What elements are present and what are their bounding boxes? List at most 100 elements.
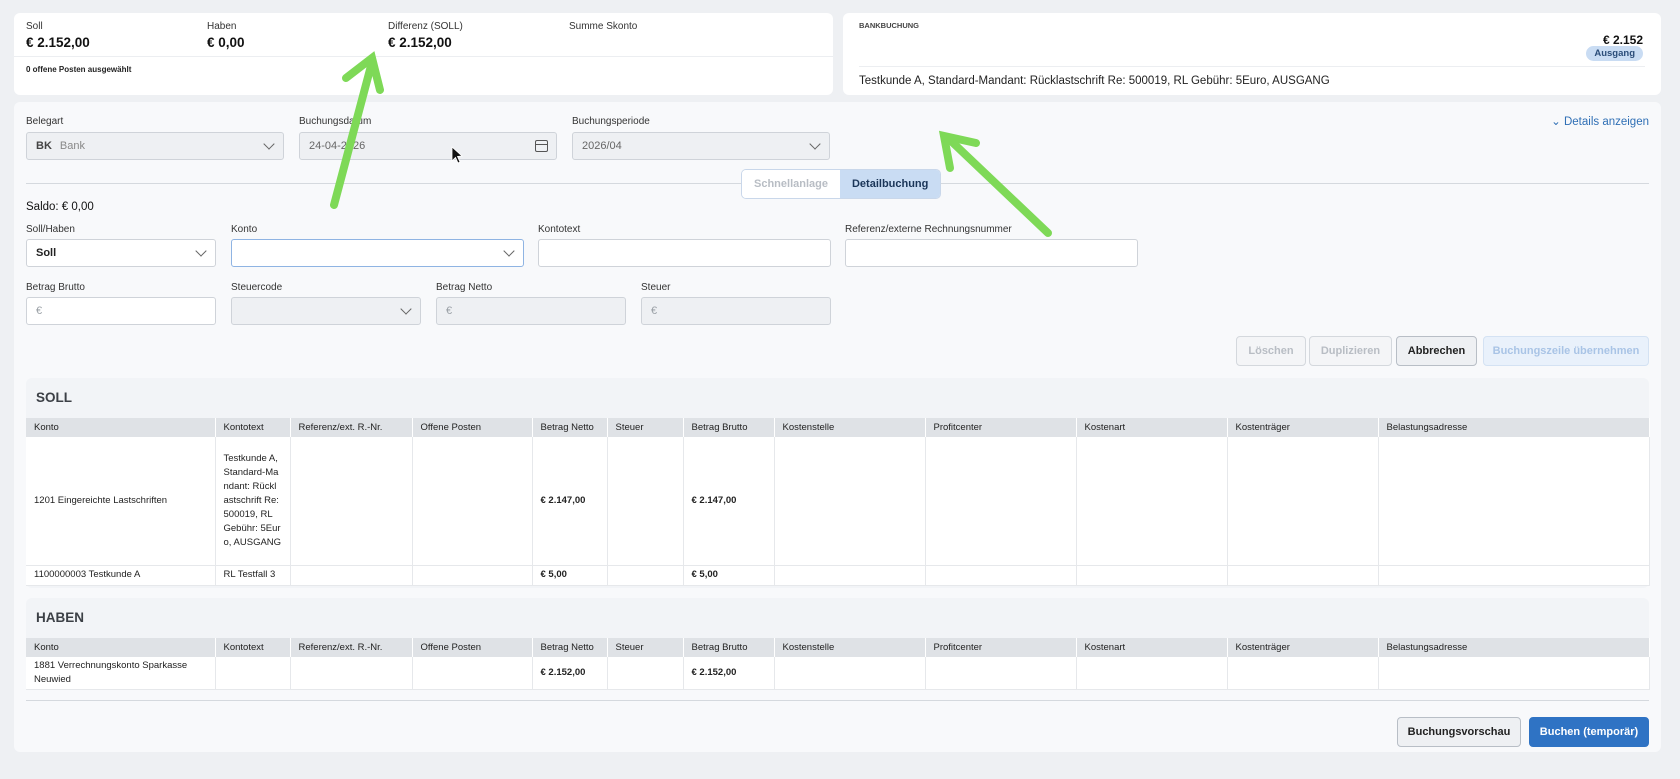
empty-cell	[412, 565, 533, 586]
difference-label: Differenz (SOLL)	[388, 21, 463, 32]
betrag-brutto-input[interactable]: €	[26, 297, 216, 325]
column-header[interactable]: Kostenstelle	[774, 418, 926, 437]
column-header[interactable]: Offene Posten	[412, 638, 533, 657]
chevron-down-icon	[400, 303, 412, 315]
empty-cell	[925, 657, 1077, 690]
sollhaben-select[interactable]: Soll	[26, 239, 216, 267]
skonto-label: Summe Skonto	[569, 21, 638, 32]
empty-cell	[1227, 437, 1379, 566]
belegart-select[interactable]: BK Bank	[26, 132, 284, 160]
netto-cell: € 5,00	[532, 565, 608, 586]
skonto-summary: Summe Skonto	[569, 21, 637, 32]
konto-select[interactable]	[231, 239, 524, 267]
table-row[interactable]: 1201 Eingereichte Lastschriften Testkund…	[26, 437, 1650, 566]
empty-cell	[607, 565, 684, 586]
column-header[interactable]: Kostenstelle	[774, 638, 926, 657]
buchungsperiode-value: 2026/04	[582, 140, 622, 152]
table-row[interactable]: 1881 Verrechnungskonto Sparkasse Neuwied…	[26, 657, 1650, 690]
column-header[interactable]: Kontotext	[215, 418, 291, 437]
brutto-cell: € 2.152,00	[683, 657, 775, 690]
kontotext-cell	[215, 657, 291, 690]
column-header[interactable]: Referenz/ext. R.-Nr.	[290, 638, 413, 657]
buchungsdatum-input[interactable]: 24-04-2026	[299, 132, 557, 160]
duplicate-button[interactable]: Duplizieren	[1309, 336, 1392, 366]
column-header[interactable]: Belastungsadresse	[1378, 418, 1650, 437]
bank-booking-text: Testkunde A, Standard-Mandant: Rücklasts…	[859, 75, 1330, 87]
column-header[interactable]: Belastungsadresse	[1378, 638, 1650, 657]
divider	[26, 700, 1649, 701]
betrag-netto-label: Betrag Netto	[436, 282, 493, 293]
buchungsperiode-select[interactable]: 2026/04	[572, 132, 830, 160]
netto-cell: € 2.147,00	[532, 437, 608, 566]
konto-label: Konto	[231, 224, 258, 235]
referenz-input[interactable]	[845, 239, 1138, 267]
column-header[interactable]: Kostenart	[1076, 418, 1228, 437]
divider	[859, 66, 1645, 67]
calendar-icon[interactable]	[535, 140, 548, 152]
column-header[interactable]: Betrag Netto	[532, 418, 608, 437]
empty-cell	[774, 565, 926, 586]
column-header[interactable]: Offene Posten	[412, 418, 533, 437]
haben-section: HABEN Konto Kontotext Referenz/ext. R.-N…	[26, 598, 1650, 690]
column-header[interactable]: Referenz/ext. R.-Nr.	[290, 418, 413, 437]
brutto-cell: € 2.147,00	[683, 437, 775, 566]
book-temporary-button[interactable]: Buchen (temporär)	[1529, 717, 1649, 747]
chevron-down-icon	[263, 138, 275, 150]
kontotext-input[interactable]	[538, 239, 831, 267]
chevron-down-icon	[809, 138, 821, 150]
steuercode-select[interactable]	[231, 297, 421, 325]
empty-cell	[412, 657, 533, 690]
column-header[interactable]: Kostenträger	[1227, 638, 1379, 657]
apply-line-button[interactable]: Buchungszeile übernehmen	[1483, 336, 1649, 366]
column-header[interactable]: Betrag Brutto	[683, 638, 775, 657]
cancel-button[interactable]: Abbrechen	[1396, 336, 1477, 366]
booking-mode-toggle: Schnellanlage Detailbuchung	[741, 169, 942, 199]
haben-table: Konto Kontotext Referenz/ext. R.-Nr. Off…	[26, 638, 1650, 690]
column-header[interactable]: Profitcenter	[925, 418, 1077, 437]
saldo-text: Saldo: € 0,00	[26, 201, 94, 213]
booking-preview-button[interactable]: Buchungsvorschau	[1397, 717, 1521, 747]
kontotext-label: Kontotext	[538, 224, 581, 235]
soll-table: Konto Kontotext Referenz/ext. R.-Nr. Off…	[26, 418, 1650, 586]
empty-cell	[412, 437, 533, 566]
steuer-input[interactable]: €	[641, 297, 831, 325]
kontotext-cell: Testkunde A, Standard-Mandant: Rücklasts…	[215, 437, 291, 566]
empty-cell	[1227, 565, 1379, 586]
details-toggle-link[interactable]: ⌄ Details anzeigen	[1551, 114, 1649, 128]
empty-cell	[1378, 565, 1650, 586]
tab-schnellanlage[interactable]: Schnellanlage	[742, 170, 840, 198]
column-header[interactable]: Profitcenter	[925, 638, 1077, 657]
betrag-brutto-label: Betrag Brutto	[26, 282, 85, 293]
difference-summary: Differenz (SOLL) € 2.152,00	[388, 21, 463, 50]
open-items-note: 0 offene Posten ausgewählt	[26, 65, 132, 74]
column-header[interactable]: Kostenart	[1076, 638, 1228, 657]
column-header[interactable]: Steuer	[607, 638, 684, 657]
empty-cell	[774, 657, 926, 690]
table-row[interactable]: 1100000003 Testkunde A RL Testfall 3 € 5…	[26, 565, 1650, 586]
column-header[interactable]: Konto	[26, 418, 216, 437]
belegart-value: Bank	[59, 140, 85, 152]
difference-value: € 2.152,00	[388, 35, 452, 50]
column-header[interactable]: Kontotext	[215, 638, 291, 657]
brutto-cell: € 5,00	[683, 565, 775, 586]
kontotext-cell: RL Testfall 3	[215, 565, 291, 586]
column-header[interactable]: Betrag Brutto	[683, 418, 775, 437]
soll-summary: Soll € 2.152,00	[26, 21, 90, 50]
tab-detailbuchung[interactable]: Detailbuchung	[839, 170, 941, 198]
column-header[interactable]: Steuer	[607, 418, 684, 437]
summary-card: Soll € 2.152,00 Haben € 0,00 Differenz (…	[14, 13, 833, 95]
column-header[interactable]: Betrag Netto	[532, 638, 608, 657]
steuercode-label: Steuercode	[231, 282, 283, 293]
column-header[interactable]: Konto	[26, 638, 216, 657]
haben-section-title: HABEN	[36, 610, 85, 625]
betrag-netto-placeholder: €	[446, 305, 453, 317]
column-header[interactable]: Kostenträger	[1227, 418, 1379, 437]
haben-label: Haben	[207, 21, 237, 32]
chevron-down-icon	[195, 245, 207, 257]
delete-button[interactable]: Löschen	[1236, 336, 1306, 366]
soll-section-title: SOLL	[36, 390, 72, 405]
betrag-netto-input[interactable]: €	[436, 297, 626, 325]
empty-cell	[1378, 657, 1650, 690]
soll-label: Soll	[26, 21, 43, 32]
belegart-label: Belegart	[26, 116, 64, 127]
